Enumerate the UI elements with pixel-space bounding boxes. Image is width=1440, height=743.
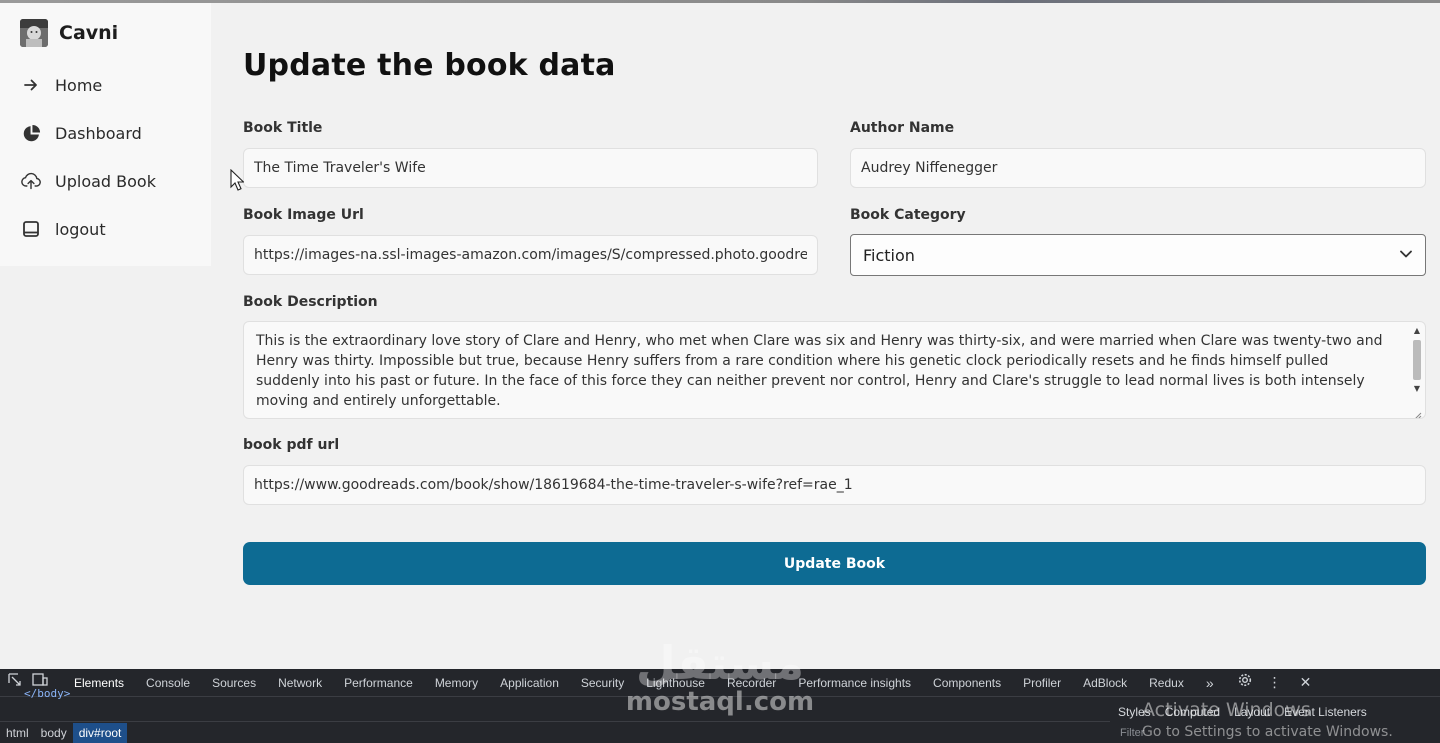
watermark-latin: mostaql.com: [625, 687, 815, 717]
breadcrumb-item-active[interactable]: div#root: [72, 722, 128, 743]
devtools-code-line[interactable]: </body>: [24, 687, 70, 700]
devtools-tab-components[interactable]: Components: [933, 676, 1001, 690]
gear-icon[interactable]: [1238, 673, 1252, 692]
book-category-select[interactable]: Fiction: [850, 234, 1426, 276]
sidebar-item-dashboard[interactable]: Dashboard: [21, 118, 142, 148]
devtools-tab-memory[interactable]: Memory: [435, 676, 478, 690]
logout-icon: [21, 219, 41, 239]
book-description-text: This is the extraordinary love story of …: [256, 333, 1383, 409]
page-title: Update the book data: [243, 48, 616, 83]
chevron-down-icon: [1399, 246, 1413, 265]
devtools-tab-network[interactable]: Network: [278, 676, 322, 690]
devtools-tab-application[interactable]: Application: [500, 676, 559, 690]
sidebar-item-upload-book[interactable]: Upload Book: [21, 166, 156, 196]
book-description-label: Book Description: [243, 294, 378, 310]
activate-windows-title: Activate Windows: [1142, 699, 1311, 721]
devtools-tab-profiler[interactable]: Profiler: [1023, 676, 1061, 690]
devtools-tab-console[interactable]: Console: [146, 676, 190, 690]
arrow-right-icon: [21, 75, 41, 95]
scrollbar-thumb[interactable]: [1413, 340, 1421, 380]
sidebar-item-label: logout: [55, 219, 106, 239]
book-description-textarea[interactable]: This is the extraordinary love story of …: [243, 321, 1426, 419]
activate-windows-notice: Activate Windows Go to Settings to activ…: [1142, 699, 1393, 743]
devtools-filter-input[interactable]: Filter: [1120, 727, 1144, 739]
avatar: [20, 19, 48, 47]
scroll-down-icon[interactable]: ▼: [1411, 384, 1423, 394]
book-image-url-label: Book Image Url: [243, 207, 364, 223]
book-pdf-url-input[interactable]: [243, 465, 1426, 505]
devtools-tab-performance[interactable]: Performance: [344, 676, 413, 690]
author-name-input[interactable]: [850, 148, 1426, 188]
sidebar-item-label: Dashboard: [55, 123, 142, 143]
book-pdf-url-label: book pdf url: [243, 437, 340, 453]
book-category-value: Fiction: [863, 245, 915, 265]
breadcrumb-item[interactable]: body: [35, 723, 73, 743]
activate-windows-subtitle: Go to Settings to activate Windows.: [1142, 724, 1393, 740]
sidebar: Cavni Home Dashboard Upload Book logout: [0, 3, 211, 266]
devtools-tab-adblock[interactable]: AdBlock: [1083, 676, 1127, 690]
kebab-menu-icon[interactable]: ⋮: [1268, 674, 1282, 691]
cloud-upload-icon: [21, 171, 41, 191]
book-title-input[interactable]: [243, 148, 818, 188]
close-icon[interactable]: ✕: [1300, 674, 1312, 691]
devtools-tab-elements[interactable]: Elements: [74, 676, 124, 690]
resize-grip-icon[interactable]: [1412, 406, 1422, 418]
devtools-tab-sources[interactable]: Sources: [212, 676, 256, 690]
author-name-label: Author Name: [850, 120, 955, 136]
watermark: مستقل mostaql.com: [600, 638, 840, 716]
book-category-label: Book Category: [850, 207, 966, 223]
book-title-label: Book Title: [243, 120, 323, 136]
brand-name: Cavni: [59, 22, 119, 44]
sidebar-item-logout[interactable]: logout: [21, 214, 106, 244]
window-top-strip: [0, 0, 1440, 3]
breadcrumb-item[interactable]: html: [0, 723, 35, 743]
textarea-scrollbar[interactable]: ▲ ▼: [1411, 326, 1423, 404]
devtools-tab-redux[interactable]: Redux: [1149, 676, 1184, 690]
pie-chart-icon: [21, 123, 41, 143]
sidebar-item-label: Upload Book: [55, 171, 156, 191]
watermark-arabic: مستقل: [635, 636, 805, 690]
brand[interactable]: Cavni: [20, 17, 118, 49]
more-tabs-icon[interactable]: »: [1206, 675, 1214, 691]
sidebar-item-home[interactable]: Home: [21, 70, 102, 100]
scroll-up-icon[interactable]: ▲: [1411, 326, 1423, 336]
mouse-cursor-icon: [230, 168, 245, 195]
update-book-button[interactable]: Update Book: [243, 542, 1426, 585]
devtools-breadcrumb: html body div#root: [0, 721, 1110, 743]
inspect-element-icon[interactable]: [8, 673, 22, 692]
book-image-url-input[interactable]: [243, 235, 818, 275]
sidebar-item-label: Home: [55, 75, 103, 95]
